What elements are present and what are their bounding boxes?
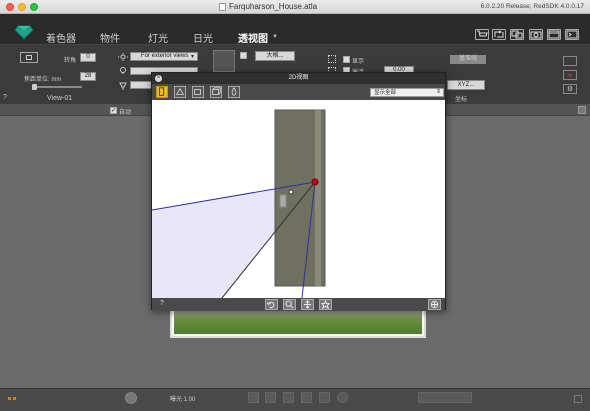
- lens-input[interactable]: 28: [80, 72, 96, 81]
- building-edge: [315, 110, 321, 286]
- rotate-input[interactable]: 0: [80, 53, 96, 62]
- menu-perspective[interactable]: 透视图: [238, 30, 268, 45]
- menu-objects[interactable]: 物件: [100, 30, 120, 45]
- bulb-icon: [120, 67, 126, 74]
- bottom-pan-icon[interactable]: [283, 392, 294, 403]
- view-frame-icon[interactable]: [20, 52, 38, 63]
- status-dot-icon-2: [13, 397, 16, 400]
- clear-icon[interactable]: ×: [563, 70, 577, 80]
- bottom-orbit-icon[interactable]: [301, 392, 312, 403]
- view2d-title: 2D视图: [152, 73, 445, 84]
- windows-icon[interactable]: [510, 29, 524, 40]
- bottom-resize-icon[interactable]: [574, 395, 582, 403]
- interior-window: [279, 194, 287, 208]
- view2d-side-tool[interactable]: [210, 86, 222, 98]
- lens-label: 焦距单位: mm: [24, 77, 62, 83]
- cart-icon[interactable]: [475, 29, 489, 40]
- window-title: Farquharson_House.atla: [229, 2, 318, 11]
- window-close-button[interactable]: [6, 3, 14, 11]
- view2d-display-select[interactable]: 显示全部: [370, 88, 444, 97]
- select-arrow-icon: ▾: [191, 54, 195, 60]
- view2d-plan-tool[interactable]: [156, 86, 168, 98]
- menu-sun[interactable]: 日光: [193, 30, 213, 45]
- document-icon: [219, 3, 226, 11]
- bottom-zoom-icon[interactable]: [265, 392, 276, 403]
- render-settings-icon[interactable]: [563, 56, 577, 66]
- checkbox-big[interactable]: [240, 52, 247, 59]
- menu-dropdown-icon[interactable]: ▼: [272, 34, 278, 40]
- view2d-zoom-icon[interactable]: [283, 299, 296, 310]
- view2d-elevation-tool[interactable]: [174, 86, 186, 98]
- window-minimize-button[interactable]: [18, 3, 26, 11]
- toolbar-help-icon[interactable]: ?: [3, 94, 7, 101]
- baseline-field[interactable]: 基准线: [450, 55, 486, 64]
- version-label: 6.0.2.20 Release; RedSDK 4.0.0.17: [480, 3, 584, 10]
- plan-drawing[interactable]: [152, 100, 445, 298]
- view2d-front-tool[interactable]: [192, 86, 204, 98]
- selection-icon: [328, 55, 336, 63]
- view2d-fit-icon[interactable]: [319, 299, 332, 310]
- bottom-undo-icon[interactable]: [248, 392, 259, 403]
- viewport-menu-icon[interactable]: [578, 106, 586, 114]
- app-logo-icon: [14, 25, 34, 40]
- view-name: View-01: [47, 95, 73, 102]
- view2d-light-tool[interactable]: [228, 86, 240, 98]
- view2d-help-icon[interactable]: ?: [160, 300, 164, 307]
- view2d-undo-icon[interactable]: [265, 299, 278, 310]
- render-preview-image: [170, 308, 426, 338]
- exposure-label[interactable]: 曝光 1.00: [170, 394, 195, 403]
- show-checkbox[interactable]: [343, 56, 350, 63]
- status-dot-icon: [8, 397, 11, 400]
- view2d-footer: [152, 298, 445, 311]
- lamp-icon: [119, 82, 127, 90]
- display-select-arrow-icon: ⇕: [436, 89, 442, 95]
- window-titlebar: Farquharson_House.atla 6.0.2.20 Release;…: [0, 0, 590, 14]
- window-maximize-button[interactable]: [30, 3, 38, 11]
- bottom-statusbar: [0, 388, 590, 411]
- exterior-views-select[interactable]: For exterior views: [130, 52, 198, 61]
- camera-point-icon: [311, 178, 319, 186]
- auto-checkbox[interactable]: ✓: [110, 107, 117, 114]
- rotate-label: 转角: [64, 58, 77, 64]
- auto-label: 自动: [119, 110, 132, 116]
- render-grass-scene: [174, 310, 422, 334]
- target-point-icon: [288, 189, 294, 195]
- bottom-navigate-icon[interactable]: [337, 392, 348, 403]
- show-label: 显示: [352, 59, 365, 65]
- window-layout-icon[interactable]: [547, 29, 561, 40]
- coord-label: 坐标: [455, 97, 468, 103]
- sun-icon: [118, 53, 128, 61]
- bottom-field[interactable]: [418, 392, 472, 403]
- lens-slider[interactable]: [32, 84, 82, 90]
- menu-lights[interactable]: 灯光: [148, 30, 168, 45]
- console-icon[interactable]: [565, 29, 579, 40]
- bottom-fit-icon[interactable]: [319, 392, 330, 403]
- settings-gear-icon[interactable]: ⚙: [563, 84, 577, 94]
- xyz-button[interactable]: XYZ...: [447, 80, 485, 90]
- camera-icon[interactable]: [529, 29, 543, 40]
- menu-shaders[interactable]: 着色器: [46, 30, 76, 45]
- view2d-dialog: 2D视图 × 显示全部 ⇕ ?: [151, 72, 446, 311]
- transfer-icon[interactable]: [492, 29, 506, 40]
- view2d-pan-icon[interactable]: [301, 299, 314, 310]
- exposure-icon[interactable]: [125, 392, 137, 404]
- big-grid-button[interactable]: 大格...: [255, 51, 295, 61]
- view2d-close-button[interactable]: ×: [155, 75, 162, 82]
- preview-swatch[interactable]: [213, 50, 235, 72]
- view2d-canvas[interactable]: [152, 100, 445, 298]
- view2d-navigate-icon[interactable]: [428, 299, 441, 310]
